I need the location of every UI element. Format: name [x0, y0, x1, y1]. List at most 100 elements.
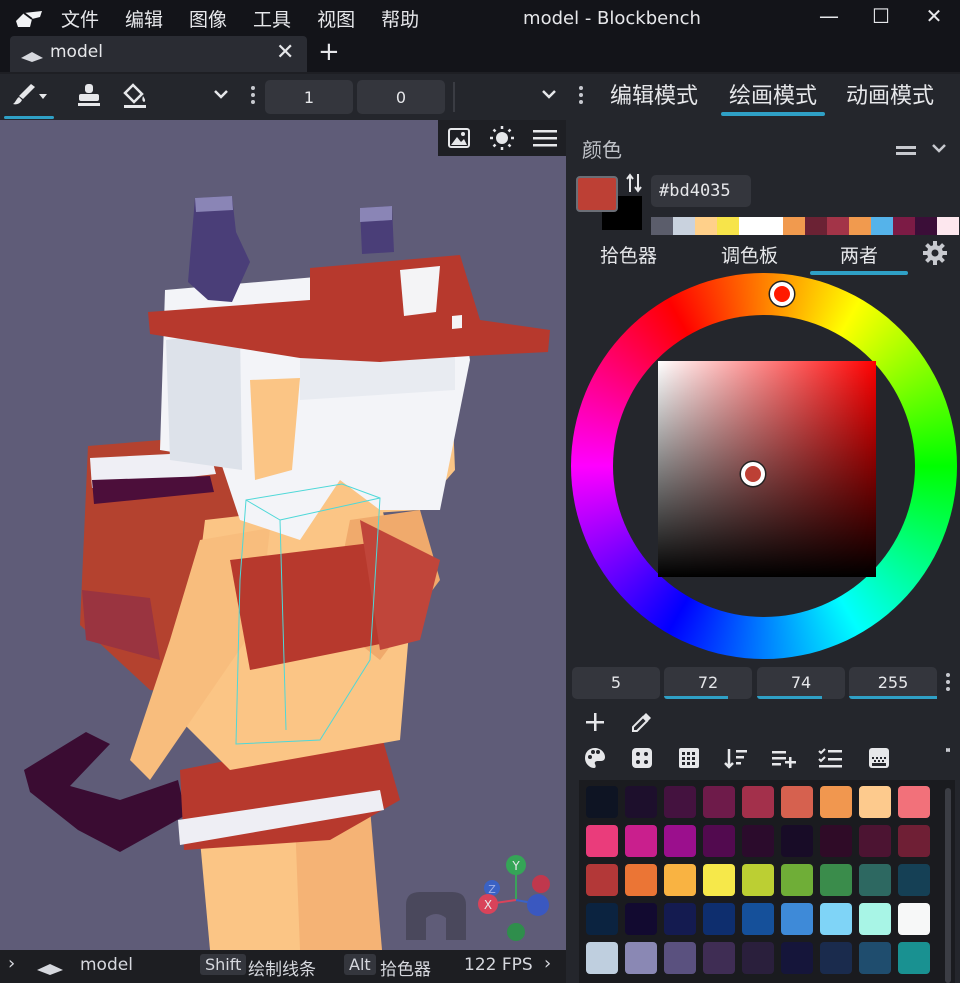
tab-color-picker[interactable]: 拾色器: [600, 241, 657, 271]
palette-swatch[interactable]: [898, 825, 930, 857]
hue-picker-handle[interactable]: [770, 282, 794, 306]
saturation-value-input[interactable]: 72: [664, 667, 752, 699]
palette-swatch[interactable]: [703, 903, 735, 935]
history-swatch[interactable]: [915, 217, 937, 235]
eyedropper-icon[interactable]: [627, 707, 657, 737]
history-swatch[interactable]: [937, 217, 959, 235]
history-swatch[interactable]: [761, 217, 783, 235]
menu-view[interactable]: 视图: [304, 5, 368, 32]
menu-image[interactable]: 图像: [176, 5, 240, 32]
palette-swatch[interactable]: [664, 825, 696, 857]
palette-icon[interactable]: [580, 743, 610, 773]
brightness-value-input[interactable]: 74: [757, 667, 845, 699]
palette-swatch[interactable]: [820, 864, 852, 896]
palette-swatch[interactable]: [625, 786, 657, 818]
model-render[interactable]: [0, 120, 566, 950]
fill-tool-button[interactable]: [110, 80, 160, 114]
palette-swatch[interactable]: [742, 942, 774, 974]
menu-icon[interactable]: [530, 125, 560, 151]
history-swatch[interactable]: [673, 217, 695, 235]
palette-swatch[interactable]: [898, 864, 930, 896]
swap-colors-icon[interactable]: [626, 172, 642, 198]
palette-swatch[interactable]: [742, 825, 774, 857]
palette-swatch[interactable]: [742, 786, 774, 818]
tab-both[interactable]: 两者: [809, 241, 909, 275]
palette-swatch[interactable]: [859, 942, 891, 974]
add-color-icon[interactable]: [580, 707, 610, 737]
history-swatch[interactable]: [849, 217, 871, 235]
tab-palette[interactable]: 调色板: [721, 241, 778, 271]
palette-scrollbar[interactable]: [945, 788, 951, 983]
palette-swatch[interactable]: [859, 825, 891, 857]
hue-value-input[interactable]: 5: [572, 667, 660, 699]
palette-swatch[interactable]: [586, 942, 618, 974]
palette-swatch[interactable]: [820, 786, 852, 818]
menu-edit[interactable]: 编辑: [112, 5, 176, 32]
drag-handle-icon[interactable]: [946, 748, 950, 755]
drag-handle-icon[interactable]: [579, 86, 583, 107]
maximize-icon[interactable]: ☐: [868, 4, 894, 28]
chevron-down-icon[interactable]: [540, 86, 558, 105]
tab-paint-mode[interactable]: 绘画模式: [721, 78, 825, 116]
menu-file[interactable]: 文件: [48, 5, 112, 32]
menu-tools[interactable]: 工具: [240, 5, 304, 32]
tab-animate-mode[interactable]: 动画模式: [840, 78, 940, 116]
brush-softness-input[interactable]: 0: [357, 80, 445, 114]
add-tab-icon[interactable]: +: [318, 37, 340, 67]
history-swatch[interactable]: [827, 217, 849, 235]
tab-edit-mode[interactable]: 编辑模式: [604, 78, 704, 116]
palette-swatch[interactable]: [781, 786, 813, 818]
color-picker-handle[interactable]: [741, 462, 765, 486]
palette-swatch[interactable]: [625, 903, 657, 935]
palette-swatch[interactable]: [781, 903, 813, 935]
alpha-value-input[interactable]: 255: [849, 667, 937, 699]
3d-viewport[interactable]: Y Z X: [0, 120, 566, 950]
tab-model[interactable]: model ✕: [10, 36, 307, 72]
palette-swatch[interactable]: [703, 786, 735, 818]
palette-swatch[interactable]: [859, 786, 891, 818]
dice-icon[interactable]: [627, 743, 657, 773]
brush-tool-button[interactable]: [4, 80, 54, 119]
hex-color-input[interactable]: #bd4035: [651, 175, 751, 207]
history-swatch[interactable]: [871, 217, 893, 235]
palette-swatch[interactable]: [898, 786, 930, 818]
palette-swatch[interactable]: [586, 825, 618, 857]
history-swatch[interactable]: [805, 217, 827, 235]
palette-swatch[interactable]: [859, 864, 891, 896]
palette-swatch[interactable]: [781, 825, 813, 857]
palette-swatch[interactable]: [664, 864, 696, 896]
palette-swatch[interactable]: [820, 825, 852, 857]
stamp-tool-button[interactable]: [64, 80, 114, 114]
history-swatch[interactable]: [783, 217, 805, 235]
palette-swatch[interactable]: [703, 825, 735, 857]
menu-help[interactable]: 帮助: [368, 5, 432, 32]
gradient-icon[interactable]: [864, 743, 894, 773]
close-icon[interactable]: ✕: [276, 40, 294, 65]
palette-swatch[interactable]: [664, 903, 696, 935]
history-swatch[interactable]: [739, 217, 761, 235]
drag-handle-icon[interactable]: [251, 86, 255, 107]
close-window-icon[interactable]: ✕: [921, 4, 947, 28]
history-swatch[interactable]: [695, 217, 717, 235]
palette-swatch[interactable]: [781, 864, 813, 896]
main-color-swatch[interactable]: [576, 176, 618, 212]
palette-swatch[interactable]: [859, 903, 891, 935]
minimize-icon[interactable]: —: [816, 4, 842, 28]
palette-swatch[interactable]: [781, 942, 813, 974]
sort-icon[interactable]: [721, 743, 751, 773]
palette-swatch[interactable]: [742, 864, 774, 896]
palette-swatch[interactable]: [664, 786, 696, 818]
playlist-add-icon[interactable]: [769, 743, 799, 773]
palette-swatch[interactable]: [898, 903, 930, 935]
palette-swatch[interactable]: [586, 864, 618, 896]
checklist-icon[interactable]: [816, 743, 846, 773]
palette-swatch[interactable]: [703, 942, 735, 974]
history-swatch[interactable]: [651, 217, 673, 235]
palette-swatch[interactable]: [586, 786, 618, 818]
chevron-right-icon[interactable]: ›: [8, 953, 15, 974]
saturation-value-square[interactable]: [658, 361, 876, 577]
palette-swatch[interactable]: [820, 903, 852, 935]
palette-swatch[interactable]: [820, 942, 852, 974]
gear-icon[interactable]: [922, 240, 948, 270]
palette-swatch[interactable]: [664, 942, 696, 974]
